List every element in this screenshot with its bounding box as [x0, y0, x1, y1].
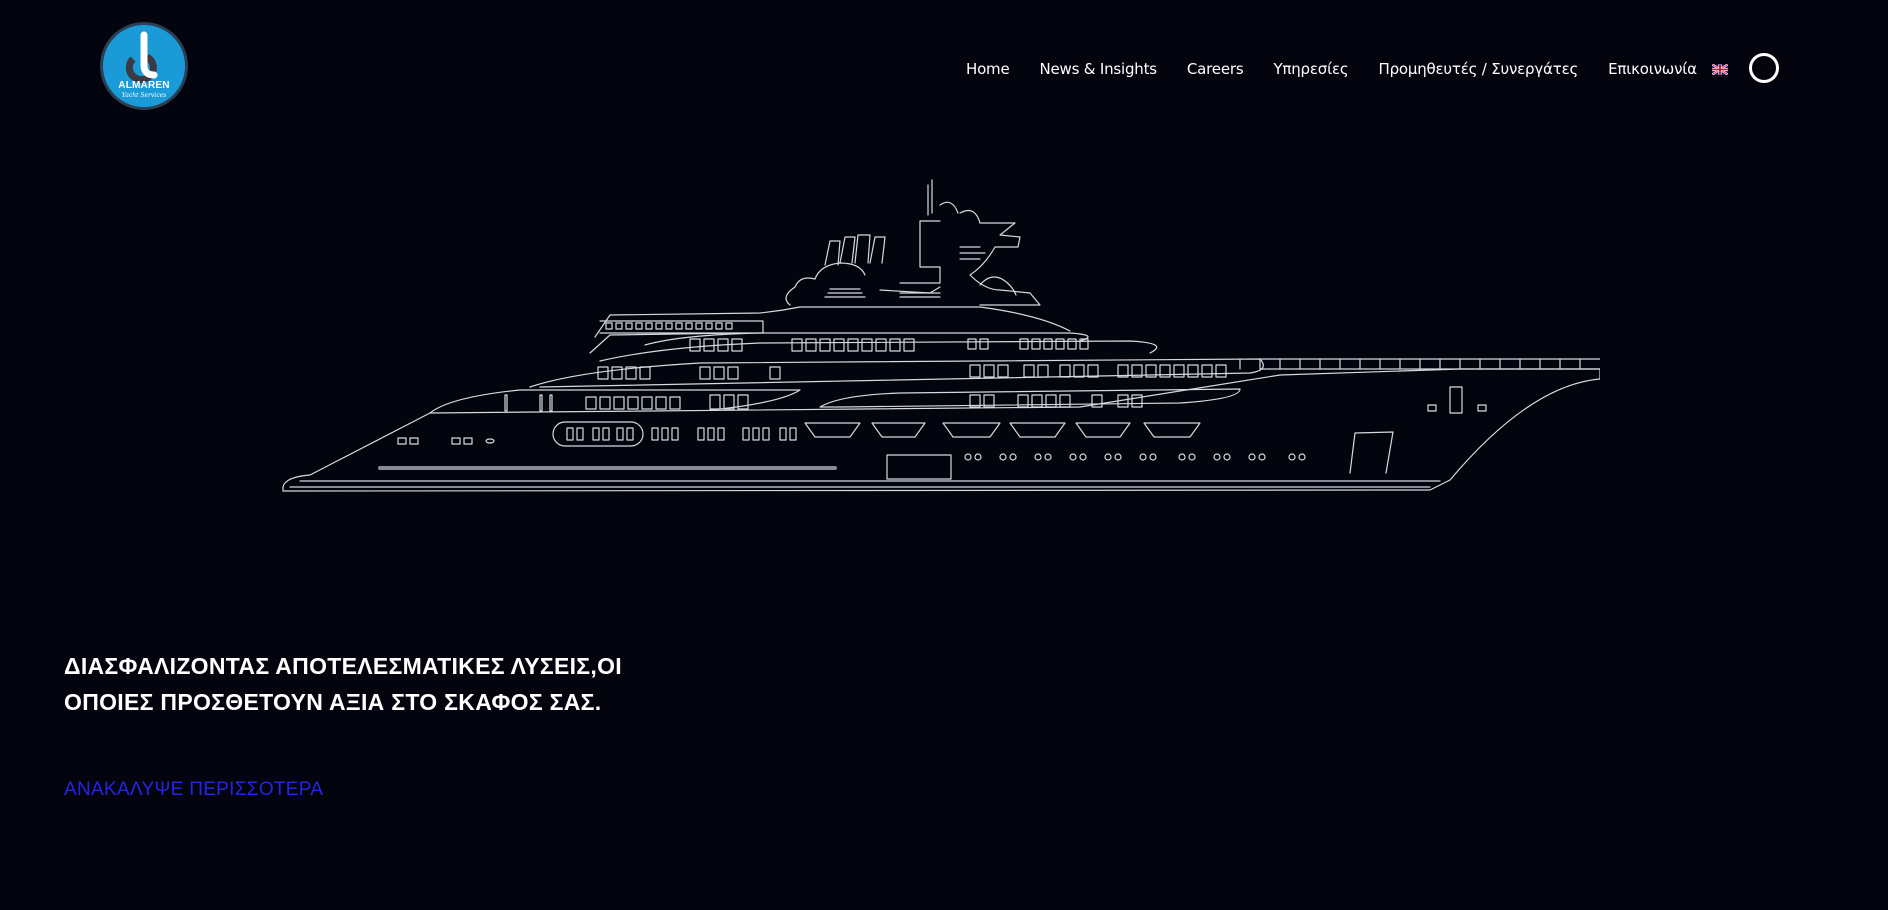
yacht-outline-illustration: [282, 179, 1600, 492]
discover-more-link[interactable]: ΑΝΑΚΑΛΥΨΕ ΠΕΡΙΣΣΟΤΕΡΑ: [64, 779, 323, 801]
main-nav: Home News & Insights Careers Υπηρεσίες Π…: [966, 60, 1727, 78]
brand-name: ALMAREN: [118, 80, 170, 91]
hero-headline: ΔΙΑΣΦΑΛΙΖΟΝΤΑΣ ΑΠΟΤΕΛΕΣΜΑΤΙΚΕΣ ΛΥΣΕΙΣ,ΟΙ…: [64, 653, 622, 715]
nav-careers[interactable]: Careers: [1187, 60, 1244, 78]
search-circle-icon[interactable]: [1749, 53, 1779, 83]
uk-flag-icon[interactable]: [1712, 64, 1728, 75]
nav-news-insights[interactable]: News & Insights: [1040, 60, 1158, 78]
nav-services[interactable]: Υπηρεσίες: [1273, 60, 1348, 78]
page: ALMAREN Yacht Services Home News & Insig…: [0, 0, 1888, 910]
nav-home[interactable]: Home: [966, 60, 1010, 78]
brand-tagline: Yacht Services: [121, 92, 167, 99]
nav-contact[interactable]: Επικοινωνία: [1608, 60, 1697, 78]
nav-suppliers-partners[interactable]: Προμηθευτές / Συνεργάτες: [1378, 60, 1578, 78]
brand-logo[interactable]: ALMAREN Yacht Services: [100, 22, 188, 110]
